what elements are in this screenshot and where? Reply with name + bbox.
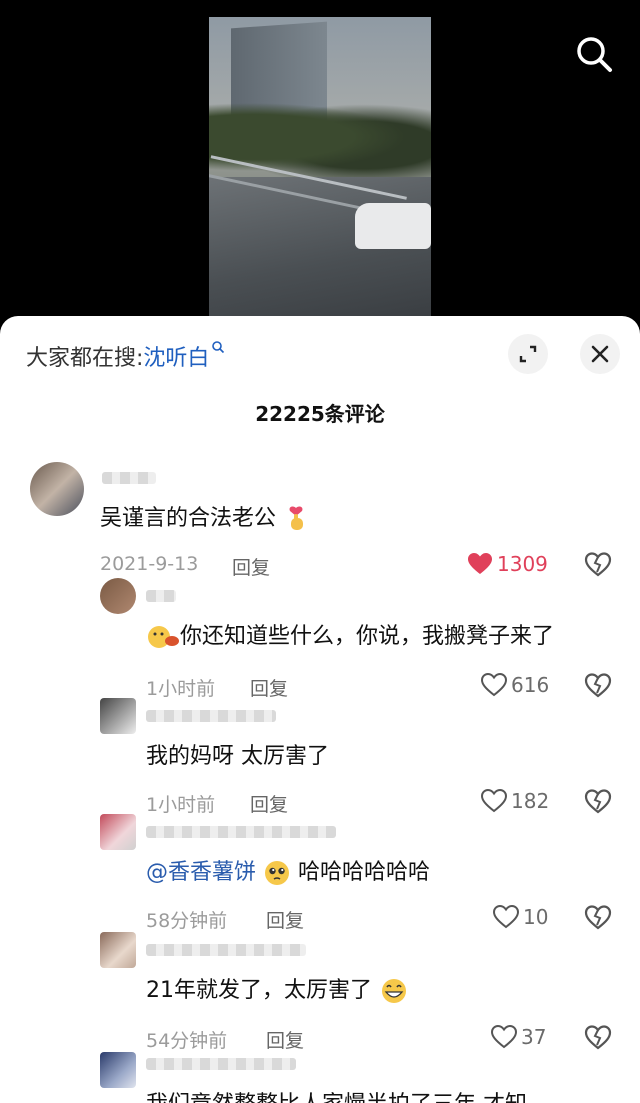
video-player[interactable] bbox=[209, 17, 431, 317]
video-car bbox=[355, 203, 431, 249]
comment-text: 你还知道些什么，你说，我搬凳子来了 bbox=[146, 618, 554, 651]
avatar[interactable] bbox=[100, 932, 136, 968]
comment-count: 22225条评论 bbox=[255, 402, 385, 426]
comment-text: 21年就发了，太厉害了 bbox=[146, 972, 409, 1005]
like-count: 10 bbox=[523, 905, 549, 929]
comment-reply-item: @香香薯饼 哈哈哈哈哈哈 58分钟前 回复 10 bbox=[0, 814, 640, 932]
comment-reply-item: 我的妈呀 太厉害了 1小时前 回复 182 bbox=[0, 698, 640, 816]
username-blurred[interactable] bbox=[146, 1058, 296, 1070]
expand-button[interactable] bbox=[508, 334, 548, 374]
like-count: 182 bbox=[511, 789, 550, 813]
eating-emoji-icon bbox=[148, 626, 179, 648]
heart-outline-icon bbox=[481, 789, 507, 813]
finger-heart-emoji-icon bbox=[289, 506, 304, 530]
like-button[interactable]: 616 bbox=[481, 672, 549, 698]
comment-item: 吴谨言的合法老公 2021-9-13 回复 1309 bbox=[0, 460, 640, 579]
reply-button[interactable]: 回复 bbox=[250, 790, 288, 817]
like-count: 616 bbox=[511, 673, 550, 697]
hot-search-bar[interactable]: 大家都在搜:沈听白 bbox=[26, 340, 225, 372]
broken-heart-icon[interactable] bbox=[584, 904, 612, 930]
comment-body: 你还知道些什么，你说，我搬凳子来了 bbox=[180, 624, 555, 649]
hot-search-keyword[interactable]: 沈听白 bbox=[143, 346, 209, 371]
comment-text: @香香薯饼 哈哈哈哈哈哈 bbox=[146, 854, 430, 887]
search-button[interactable] bbox=[572, 32, 616, 76]
comment-body: 吴谨言的合法老公 bbox=[100, 506, 277, 531]
comment-body: 哈哈哈哈哈哈 bbox=[298, 860, 431, 885]
like-button[interactable]: 37 bbox=[491, 1024, 546, 1050]
username-blurred[interactable] bbox=[146, 590, 176, 602]
close-icon bbox=[591, 345, 609, 363]
comment-text: 我们竟然整整比人家慢半拍了三年 才知 bbox=[146, 1086, 527, 1103]
video-area bbox=[0, 0, 640, 330]
avatar[interactable] bbox=[30, 462, 84, 516]
heart-outline-icon bbox=[491, 1025, 517, 1049]
reply-button[interactable]: 回复 bbox=[266, 906, 304, 933]
avatar[interactable] bbox=[100, 1052, 136, 1088]
comment-reply-item: 我们竟然整整比人家慢半拍了三年 才知 bbox=[0, 1052, 640, 1103]
like-button[interactable]: 1309 bbox=[467, 551, 548, 577]
comment-time: 1小时前 bbox=[146, 678, 216, 700]
broken-heart-icon[interactable] bbox=[584, 788, 612, 814]
heart-outline-icon bbox=[493, 905, 519, 929]
username-blurred[interactable] bbox=[146, 826, 336, 838]
username-blurred[interactable] bbox=[146, 944, 306, 956]
mention-link[interactable]: @香香薯饼 bbox=[146, 860, 256, 885]
comment-body: 21年就发了，太厉害了 bbox=[146, 978, 372, 1003]
hot-search-prefix: 大家都在搜: bbox=[26, 346, 144, 371]
broken-heart-icon[interactable] bbox=[584, 1024, 612, 1050]
reply-button[interactable]: 回复 bbox=[250, 674, 288, 701]
heart-filled-icon bbox=[468, 553, 492, 574]
comment-time: 2021-9-13 bbox=[100, 553, 199, 575]
like-button[interactable]: 10 bbox=[493, 904, 548, 930]
username-blurred[interactable] bbox=[146, 710, 276, 722]
comment-reply-item: 21年就发了，太厉害了 54分钟前 回复 37 bbox=[0, 932, 640, 1052]
heart-outline-icon bbox=[481, 673, 507, 697]
reply-button[interactable]: 回复 bbox=[232, 553, 270, 580]
comment-time: 54分钟前 bbox=[146, 1030, 228, 1052]
reply-button[interactable]: 回复 bbox=[266, 1026, 304, 1053]
comment-time: 1小时前 bbox=[146, 794, 216, 816]
broken-heart-icon[interactable] bbox=[584, 672, 612, 698]
like-count: 37 bbox=[521, 1025, 547, 1049]
close-button[interactable] bbox=[580, 334, 620, 374]
pleading-face-emoji-icon bbox=[265, 861, 290, 885]
search-icon bbox=[577, 37, 612, 72]
small-search-icon bbox=[212, 341, 225, 354]
avatar[interactable] bbox=[100, 698, 136, 734]
broken-heart-icon[interactable] bbox=[584, 551, 612, 577]
comment-reply-item: 你还知道些什么，你说，我搬凳子来了 1小时前 回复 616 bbox=[0, 578, 640, 700]
avatar[interactable] bbox=[100, 814, 136, 850]
avatar[interactable] bbox=[100, 578, 136, 614]
expand-icon bbox=[519, 345, 537, 363]
username-blurred[interactable] bbox=[102, 472, 156, 484]
comment-sheet: 大家都在搜:沈听白 22225条评论 吴谨言的合法老公 2021-9-13 回复… bbox=[0, 316, 640, 1103]
like-count: 1309 bbox=[497, 552, 548, 576]
comment-time: 58分钟前 bbox=[146, 910, 228, 932]
like-button[interactable]: 182 bbox=[481, 788, 549, 814]
comment-text: 我的妈呀 太厉害了 bbox=[146, 744, 329, 769]
comment-text: 吴谨言的合法老公 bbox=[100, 500, 309, 533]
grinning-face-emoji-icon bbox=[382, 979, 406, 1003]
